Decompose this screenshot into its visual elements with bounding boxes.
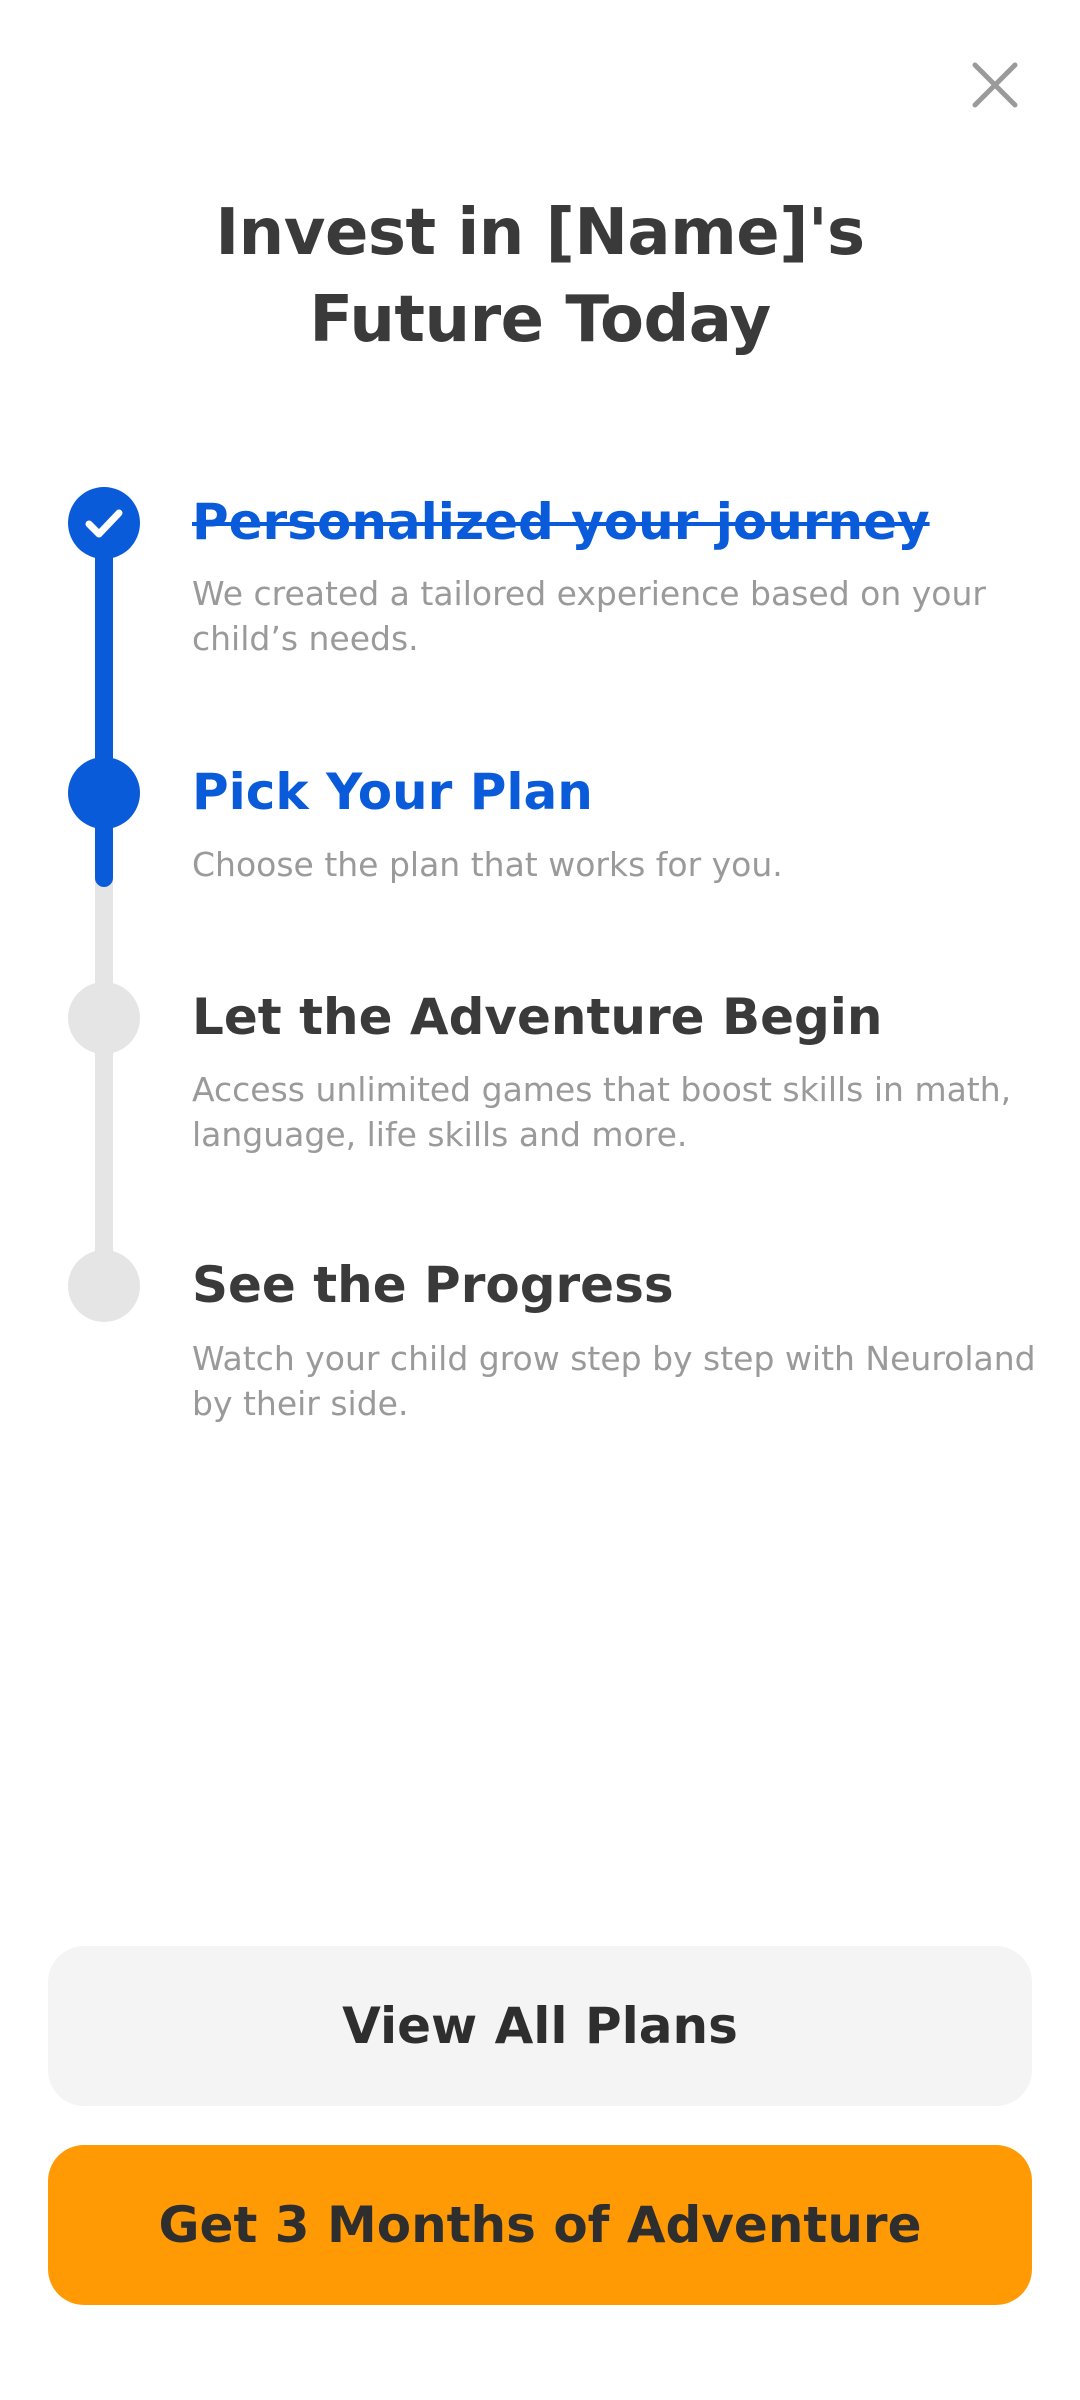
step-4-indicator (68, 1250, 140, 1322)
step-2-title: Pick Your Plan (192, 763, 593, 821)
page-title-line-1: Invest in [Name]'s (215, 196, 865, 270)
step-1-title: Personalized your journey (192, 493, 930, 551)
step-2-description: Choose the plan that works for you. (192, 845, 783, 884)
step-3-title: Let the Adventure Begin (192, 988, 883, 1046)
page-title-line-2: Future Today (309, 283, 771, 357)
step-2-indicator (68, 757, 140, 829)
close-button[interactable] (960, 50, 1030, 120)
step-1-description: We created a tailored experience based o… (192, 574, 986, 658)
page-title: Invest in [Name]'s Future Today (0, 190, 1080, 364)
view-all-plans-button[interactable]: View All Plans (48, 1946, 1032, 2106)
close-icon (972, 62, 1018, 108)
check-icon (85, 509, 123, 538)
step-3-description: Access unlimited games that boost skills… (192, 1070, 1012, 1154)
step-3-indicator (68, 982, 140, 1054)
step-4-title: See the Progress (192, 1256, 674, 1314)
get-3-months-button[interactable]: Get 3 Months of Adventure (48, 2145, 1032, 2305)
timeline-progress-fill (95, 522, 113, 887)
step-1-indicator (68, 487, 140, 559)
step-4-description: Watch your child grow step by step with … (192, 1339, 1036, 1423)
